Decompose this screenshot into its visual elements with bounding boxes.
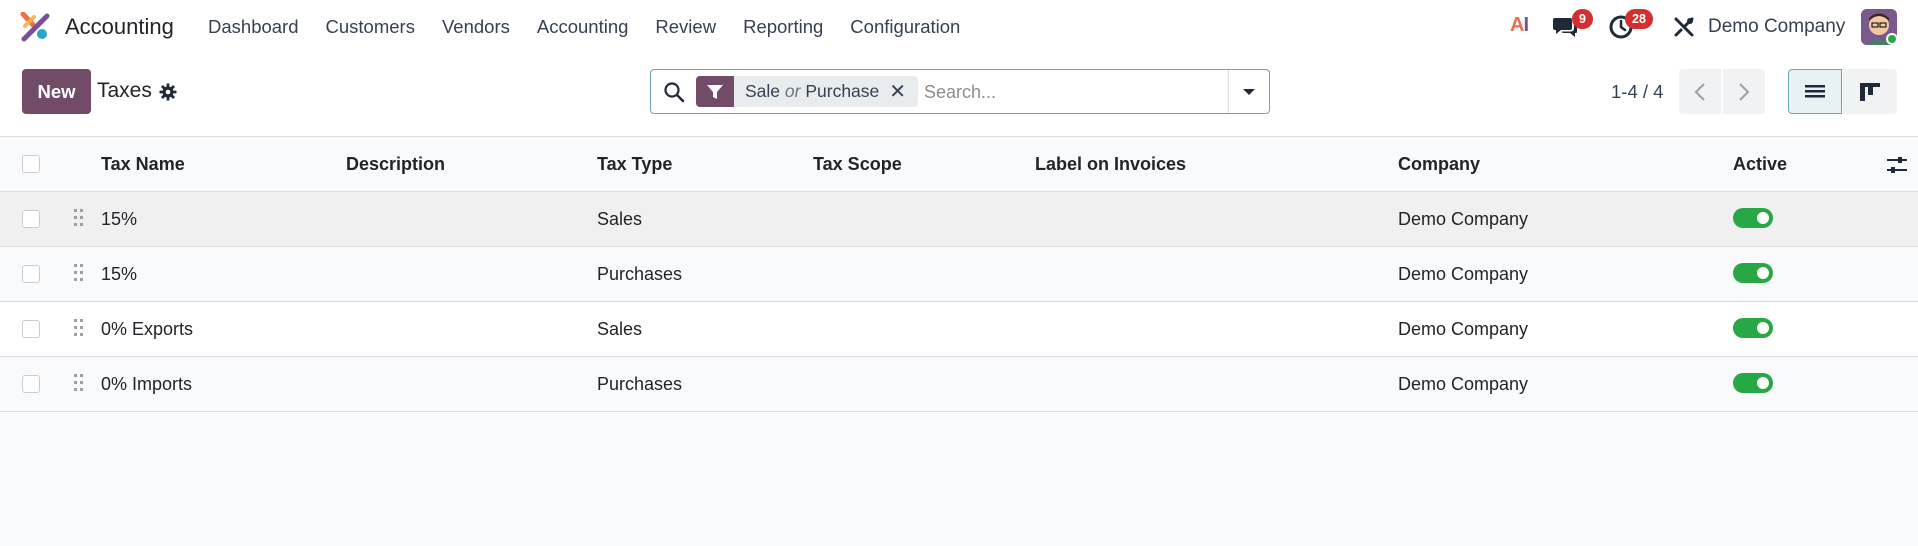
new-button[interactable]: New xyxy=(22,69,91,114)
drag-handle-icon[interactable] xyxy=(73,208,85,228)
column-header-active[interactable]: Active xyxy=(1733,154,1787,175)
menu-item-vendors[interactable]: Vendors xyxy=(442,16,510,38)
search-input[interactable] xyxy=(924,80,1234,104)
online-status-dot xyxy=(1886,33,1898,45)
accounting-app-icon[interactable] xyxy=(20,12,50,42)
row-checkbox[interactable] xyxy=(22,375,40,393)
activities-count-badge: 28 xyxy=(1625,9,1653,29)
search-box: Sale or Purchase ✕ xyxy=(650,69,1270,114)
active-toggle[interactable] xyxy=(1733,208,1773,228)
app-name[interactable]: Accounting xyxy=(65,14,174,40)
kanban-view-icon xyxy=(1860,82,1880,101)
drag-handle-icon[interactable] xyxy=(73,318,85,338)
debug-tools-icon[interactable] xyxy=(1672,15,1696,39)
optional-columns-icon[interactable] xyxy=(1886,155,1908,175)
top-navbar: Accounting Dashboard Customers Vendors A… xyxy=(0,0,1918,54)
gear-icon[interactable] xyxy=(159,83,177,101)
list-empty-area xyxy=(0,413,1918,546)
drag-handle-icon[interactable] xyxy=(73,373,85,393)
column-header-label-on-invoices[interactable]: Label on Invoices xyxy=(1035,154,1186,175)
chevron-right-icon xyxy=(1739,82,1750,101)
table-row[interactable]: 15% Sales Demo Company xyxy=(0,192,1918,247)
active-toggle[interactable] xyxy=(1733,373,1773,393)
cell-tax-name: 0% Imports xyxy=(101,374,193,394)
cell-tax-name: 15% xyxy=(101,264,138,284)
kanban-view-button[interactable] xyxy=(1843,69,1897,114)
cell-company: Demo Company xyxy=(1398,209,1529,229)
cell-tax-type: Purchases xyxy=(597,264,683,284)
active-toggle[interactable] xyxy=(1733,263,1773,283)
menu-item-review[interactable]: Review xyxy=(655,16,716,38)
column-header-tax-name[interactable]: Tax Name xyxy=(101,154,185,175)
menu-item-configuration[interactable]: Configuration xyxy=(850,16,960,38)
search-icon[interactable] xyxy=(663,81,685,103)
cell-company: Demo Company xyxy=(1398,319,1529,339)
ai-icon-letter-i: I xyxy=(1523,14,1529,36)
chevron-left-icon xyxy=(1694,82,1705,101)
messages-count-badge: 9 xyxy=(1572,9,1593,29)
menu-item-reporting[interactable]: Reporting xyxy=(743,16,823,38)
cell-tax-name: 0% Exports xyxy=(101,319,194,339)
cell-tax-type: Sales xyxy=(597,209,643,229)
column-header-tax-scope[interactable]: Tax Scope xyxy=(813,154,902,175)
cell-tax-name: 15% xyxy=(101,209,138,229)
list-view-icon xyxy=(1805,84,1825,97)
column-header-company[interactable]: Company xyxy=(1398,154,1480,175)
facet-value-purchase: Purchase xyxy=(805,81,880,101)
page-title: Taxes xyxy=(97,79,152,102)
company-switcher[interactable]: Demo Company xyxy=(1708,16,1845,38)
table-header: Tax Name Description Tax Type Tax Scope … xyxy=(0,137,1918,192)
ai-icon[interactable]: AI xyxy=(1510,14,1529,37)
cell-tax-type: Sales xyxy=(597,319,643,339)
column-header-description[interactable]: Description xyxy=(346,154,445,175)
list-view-button[interactable] xyxy=(1788,69,1842,114)
menu-item-customers[interactable]: Customers xyxy=(326,16,415,38)
cell-tax-type: Purchases xyxy=(597,374,683,394)
row-checkbox[interactable] xyxy=(22,210,40,228)
table-row[interactable]: 15% Purchases Demo Company xyxy=(0,247,1918,302)
pager-next-button[interactable] xyxy=(1723,69,1765,114)
facet-values: Sale or Purchase xyxy=(734,81,889,102)
menu-item-accounting[interactable]: Accounting xyxy=(537,16,629,38)
caret-down-icon xyxy=(1243,88,1255,95)
select-all-checkbox[interactable] xyxy=(22,155,40,173)
search-panel-toggle[interactable] xyxy=(1228,70,1269,113)
list-view: Tax Name Description Tax Type Tax Scope … xyxy=(0,136,1918,546)
row-checkbox[interactable] xyxy=(22,265,40,283)
cell-company: Demo Company xyxy=(1398,264,1529,284)
pager-previous-button[interactable] xyxy=(1679,69,1721,114)
facet-value-sale: Sale xyxy=(745,81,781,101)
menu-item-dashboard[interactable]: Dashboard xyxy=(208,16,299,38)
filter-icon xyxy=(696,76,734,107)
facet-separator: or xyxy=(784,81,801,101)
search-filter-facet: Sale or Purchase ✕ xyxy=(696,76,919,107)
ai-icon-letter-a: A xyxy=(1510,14,1524,36)
table-row[interactable]: 0% Imports Purchases Demo Company xyxy=(0,357,1918,412)
facet-remove-icon[interactable]: ✕ xyxy=(889,79,918,104)
cell-company: Demo Company xyxy=(1398,374,1529,394)
drag-handle-icon[interactable] xyxy=(73,263,85,283)
pager-value[interactable]: 1-4 / 4 xyxy=(1611,81,1663,103)
table-row[interactable]: 0% Exports Sales Demo Company xyxy=(0,302,1918,357)
row-checkbox[interactable] xyxy=(22,320,40,338)
active-toggle[interactable] xyxy=(1733,318,1773,338)
column-header-tax-type[interactable]: Tax Type xyxy=(597,154,672,175)
main-menu: Dashboard Customers Vendors Accounting R… xyxy=(208,16,987,38)
